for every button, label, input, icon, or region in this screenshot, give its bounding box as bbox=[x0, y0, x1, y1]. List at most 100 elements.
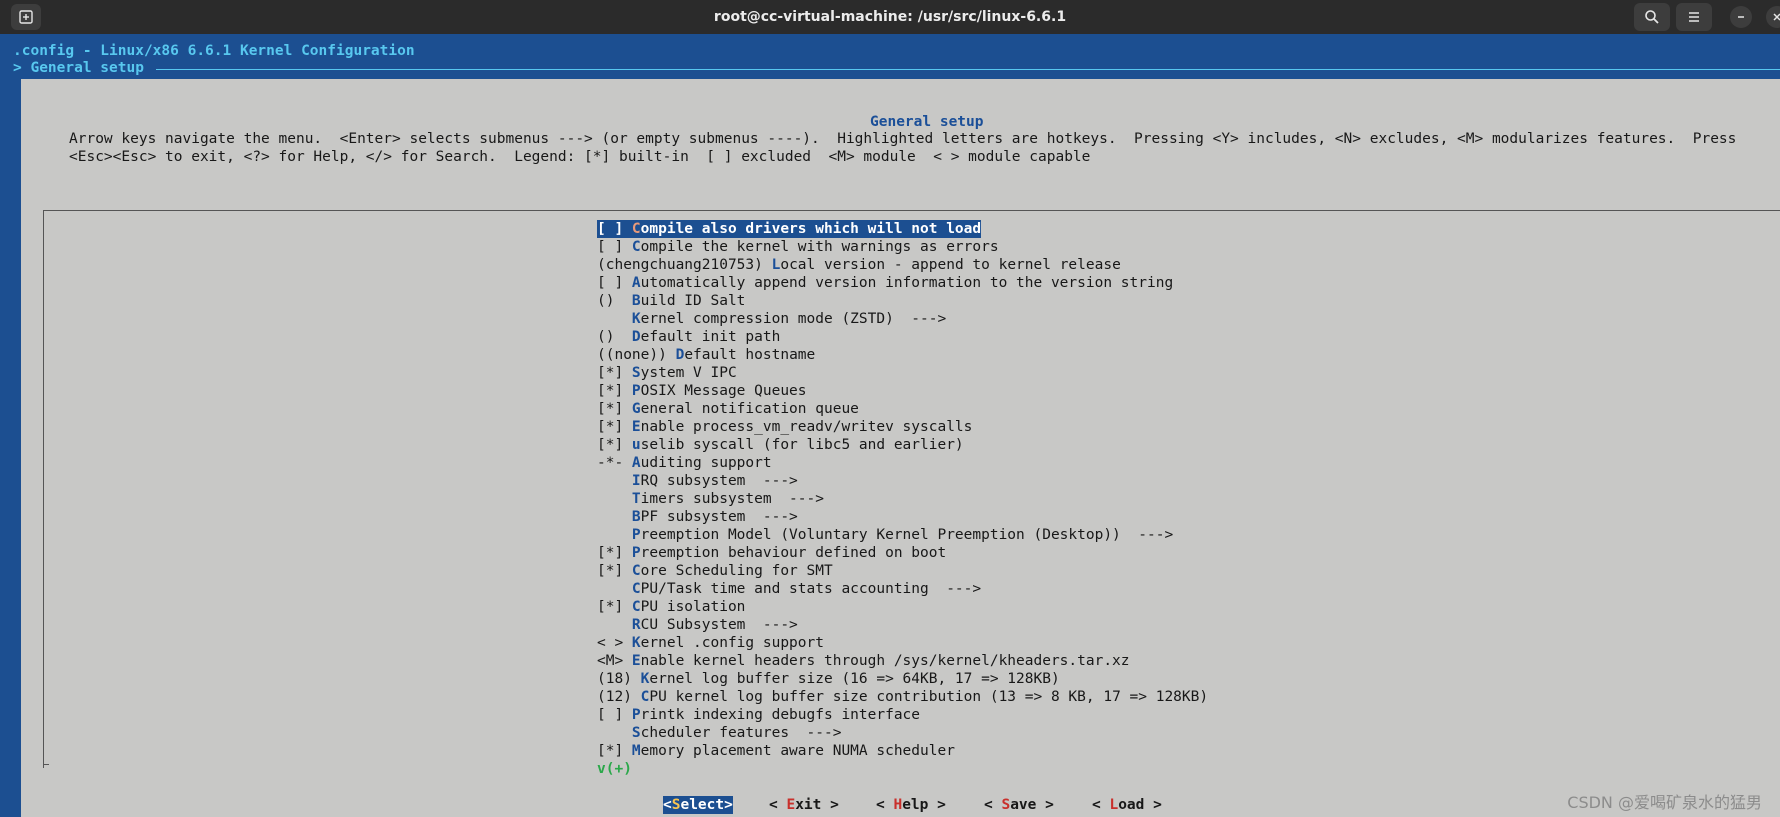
minimize-button[interactable] bbox=[1730, 6, 1752, 28]
dialog-title: General setup bbox=[870, 114, 984, 130]
menu-item-hotkey: u bbox=[631, 437, 641, 453]
menu-item[interactable]: [ ] Printk indexing debugfs interface bbox=[597, 706, 1208, 724]
menu-item-label: ernel compression mode (ZSTD) ---> bbox=[640, 311, 947, 327]
menu-item[interactable]: [*] Memory placement aware NUMA schedule… bbox=[597, 742, 1208, 760]
help-text-line-2: <Esc><Esc> to exit, <?> for Help, </> fo… bbox=[69, 149, 1091, 165]
help-button[interactable]: < Help > bbox=[876, 796, 946, 814]
menu-item[interactable]: -*- Auditing support bbox=[597, 454, 1208, 472]
menu-item[interactable]: [*] System V IPC bbox=[597, 364, 1208, 382]
menu-item[interactable]: Kernel compression mode (ZSTD) ---> bbox=[597, 310, 1208, 328]
menu-item[interactable]: () Default init path bbox=[597, 328, 1208, 346]
menu-item-state: < > bbox=[597, 635, 632, 651]
button-label: oad > bbox=[1118, 797, 1162, 813]
menu-item[interactable]: [ ] Automatically append version informa… bbox=[597, 274, 1208, 292]
hamburger-menu-icon bbox=[1689, 12, 1699, 22]
load-button[interactable]: < Load > bbox=[1092, 796, 1162, 814]
menu-item[interactable]: [*] POSIX Message Queues bbox=[597, 382, 1208, 400]
menu-item[interactable]: [ ] Compile also drivers which will not … bbox=[597, 220, 982, 238]
menu-item-state: () bbox=[597, 329, 632, 345]
menu-list: [ ] Compile also drivers which will not … bbox=[597, 220, 1208, 760]
menu-item-state: [ ] bbox=[597, 221, 632, 237]
menu-item-state bbox=[597, 509, 632, 525]
menu-item-label: PU kernel log buffer size contribution (… bbox=[649, 689, 1209, 705]
menu-item[interactable]: [*] Core Scheduling for SMT bbox=[597, 562, 1208, 580]
button-label: ave > bbox=[1010, 797, 1054, 813]
menu-item[interactable]: [*] CPU isolation bbox=[597, 598, 1208, 616]
menu-item[interactable]: < > Kernel .config support bbox=[597, 634, 1208, 652]
menu-item-hotkey: P bbox=[631, 383, 641, 399]
menu-item-label: utomatically append version information … bbox=[640, 275, 1174, 291]
menu-item-label: ocal version - append to kernel release bbox=[780, 257, 1121, 273]
window-title: root@cc-virtual-machine: /usr/src/linux-… bbox=[713, 9, 1067, 25]
exit-button[interactable]: < Exit > bbox=[769, 796, 839, 814]
button-label: elect> bbox=[680, 797, 733, 813]
menu-item-state: ((none)) bbox=[597, 347, 676, 363]
menu-item-label: selib syscall (for libc5 and earlier) bbox=[640, 437, 964, 453]
menu-item[interactable]: (12) CPU kernel log buffer size contribu… bbox=[597, 688, 1208, 706]
help-text-line-1: Arrow keys navigate the menu. <Enter> se… bbox=[69, 131, 1737, 147]
menu-item[interactable]: Timers subsystem ---> bbox=[597, 490, 1208, 508]
menu-item-hotkey: C bbox=[631, 239, 641, 255]
terminal-area[interactable]: .config - Linux/x86 6.6.1 Kernel Configu… bbox=[0, 34, 1780, 817]
menu-item[interactable]: [*] Preemption behaviour defined on boot bbox=[597, 544, 1208, 562]
select-button[interactable]: <Select> bbox=[663, 796, 733, 814]
menu-item-label: ernel .config support bbox=[640, 635, 824, 651]
watermark: CSDN @爱喝矿泉水的猛男 bbox=[1567, 793, 1762, 812]
menu-item-state: [*] bbox=[597, 743, 632, 759]
button-bracket: < bbox=[769, 797, 787, 813]
menu-item-state: <M> bbox=[597, 653, 632, 669]
window-titlebar: root@cc-virtual-machine: /usr/src/linux-… bbox=[0, 0, 1780, 34]
menu-item-state: [*] bbox=[597, 437, 632, 453]
button-bracket: < bbox=[663, 797, 672, 813]
menu-item-state: [ ] bbox=[597, 239, 632, 255]
menu-item-state: [*] bbox=[597, 383, 632, 399]
button-bracket: < bbox=[984, 797, 1002, 813]
menu-item-hotkey: B bbox=[631, 293, 641, 309]
menu-button[interactable] bbox=[1676, 3, 1712, 31]
menu-item-label: efault init path bbox=[640, 329, 781, 345]
menu-item-state: -*- bbox=[597, 455, 632, 471]
menu-item[interactable]: RCU Subsystem ---> bbox=[597, 616, 1208, 634]
menu-item-label: nable process_vm_readv/writev syscalls bbox=[640, 419, 973, 435]
menu-item[interactable]: Scheduler features ---> bbox=[597, 724, 1208, 742]
menu-item[interactable]: ((none)) Default hostname bbox=[597, 346, 1208, 364]
menu-item-label: ystem V IPC bbox=[640, 365, 737, 381]
menu-item[interactable]: IRQ subsystem ---> bbox=[597, 472, 1208, 490]
save-button[interactable]: < Save > bbox=[984, 796, 1054, 814]
menu-item[interactable]: CPU/Task time and stats accounting ---> bbox=[597, 580, 1208, 598]
button-hotkey: S bbox=[1001, 797, 1011, 813]
menu-item[interactable]: (chengchuang210753) Local version - appe… bbox=[597, 256, 1208, 274]
menu-item[interactable]: [*] General notification queue bbox=[597, 400, 1208, 418]
menu-item-label: PU/Task time and stats accounting ---> bbox=[640, 581, 982, 597]
menu-item-label: PF subsystem ---> bbox=[640, 509, 798, 525]
header-rule bbox=[156, 69, 1780, 70]
menu-item-state: [ ] bbox=[597, 707, 632, 723]
menu-item-state: [*] bbox=[597, 545, 632, 561]
menu-item-label: reemption Model (Voluntary Kernel Preemp… bbox=[640, 527, 1174, 543]
menu-item[interactable]: [*] Enable process_vm_readv/writev sysca… bbox=[597, 418, 1208, 436]
menu-item-state: [*] bbox=[597, 563, 632, 579]
menu-item[interactable]: (18) Kernel log buffer size (16 => 64KB,… bbox=[597, 670, 1208, 688]
button-hotkey: L bbox=[1109, 797, 1119, 813]
search-button[interactable] bbox=[1634, 3, 1670, 31]
menu-item-state: [*] bbox=[597, 401, 632, 417]
menu-item-label: imers subsystem ---> bbox=[640, 491, 824, 507]
menu-item-label: eneral notification queue bbox=[640, 401, 859, 417]
menu-item-label: ompile the kernel with warnings as error… bbox=[640, 239, 999, 255]
menu-item-hotkey: C bbox=[631, 581, 641, 597]
menu-item[interactable]: [ ] Compile the kernel with warnings as … bbox=[597, 238, 1208, 256]
breadcrumb: > General setup bbox=[13, 60, 144, 76]
menu-item[interactable]: BPF subsystem ---> bbox=[597, 508, 1208, 526]
menu-item-state: (chengchuang210753) bbox=[597, 257, 772, 273]
menu-item[interactable]: [*] uselib syscall (for libc5 and earlie… bbox=[597, 436, 1208, 454]
menu-item[interactable]: <M> Enable kernel headers through /sys/k… bbox=[597, 652, 1208, 670]
menu-item-state: [*] bbox=[597, 365, 632, 381]
menu-item-hotkey: A bbox=[631, 275, 641, 291]
button-label: elp > bbox=[902, 797, 946, 813]
menu-item-state bbox=[597, 581, 632, 597]
menu-item-hotkey: K bbox=[631, 311, 641, 327]
menu-item[interactable]: () Build ID Salt bbox=[597, 292, 1208, 310]
menu-item-label: cheduler features ---> bbox=[640, 725, 842, 741]
menu-item[interactable]: Preemption Model (Voluntary Kernel Preem… bbox=[597, 526, 1208, 544]
menu-item-hotkey: I bbox=[631, 473, 641, 489]
